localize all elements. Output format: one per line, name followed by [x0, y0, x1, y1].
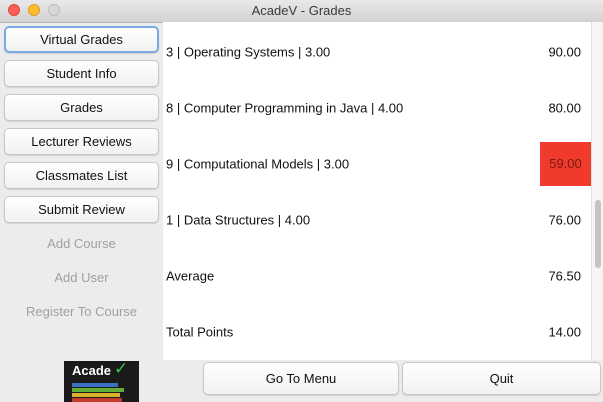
average-label: Average [166, 268, 215, 284]
sidebar-item-grades[interactable]: Grades [4, 94, 159, 121]
sidebar-item-student-info[interactable]: Student Info [4, 60, 159, 87]
window-title: AcadeV - Grades [251, 3, 352, 18]
total-points-row: Total Points 14.00 [163, 304, 591, 360]
sidebar-nav: Virtual Grades Student Info Grades Lectu… [0, 22, 162, 402]
checkmark-icon: ✓ [114, 361, 129, 378]
sidebar-item-add-user: Add User [54, 270, 109, 285]
course-label: 9 | Computational Models | 3.00 [166, 156, 350, 172]
book-icon [72, 383, 118, 387]
grade-value: 76.00 [548, 212, 581, 228]
sidebar-item-register-to-course: Register To Course [25, 304, 138, 319]
grade-value: 90.00 [548, 44, 581, 60]
average-value: 76.50 [548, 268, 581, 284]
title-bar: AcadeV - Grades [0, 0, 603, 23]
sidebar-item-classmates-list[interactable]: Classmates List [4, 162, 159, 189]
failing-grade-value: 59.00 [540, 142, 591, 186]
average-row: Average 76.50 [163, 248, 591, 304]
sidebar-item-lecturer-reviews[interactable]: Lecturer Reviews [4, 128, 159, 155]
sidebar-item-virtual-grades[interactable]: Virtual Grades [4, 26, 159, 53]
grade-row: 9 | Computational Models | 3.00 59.00 [163, 136, 591, 192]
book-icon [72, 393, 120, 397]
scrollbar-thumb[interactable] [595, 200, 601, 268]
grade-value: 80.00 [548, 100, 581, 116]
sidebar-item-submit-review[interactable]: Submit Review [4, 196, 159, 223]
vertical-scrollbar[interactable] [591, 22, 603, 360]
course-label: 1 | Data Structures | 4.00 [166, 212, 311, 228]
app-logo: Acade ✓ [64, 361, 139, 402]
grade-row: 1 | Data Structures | 4.00 76.00 [163, 192, 591, 248]
total-points-label: Total Points [166, 324, 234, 340]
grade-row: 3 | Operating Systems | 3.00 90.00 [163, 24, 591, 80]
grades-panel: 3 | Operating Systems | 3.00 90.00 8 | C… [163, 22, 591, 360]
course-label: 3 | Operating Systems | 3.00 [166, 44, 331, 60]
app-window: AcadeV - Grades Virtual Grades Student I… [0, 0, 603, 402]
quit-button[interactable]: Quit [402, 362, 601, 395]
book-icon [72, 398, 122, 402]
grade-row: 8 | Computer Programming in Java | 4.00 … [163, 80, 591, 136]
course-label: 8 | Computer Programming in Java | 4.00 [166, 100, 404, 116]
sidebar-item-add-course: Add Course [47, 236, 116, 251]
logo-text: Acade [72, 363, 112, 378]
book-icon [72, 388, 124, 392]
total-points-value: 14.00 [548, 324, 581, 340]
go-to-menu-button[interactable]: Go To Menu [203, 362, 399, 395]
